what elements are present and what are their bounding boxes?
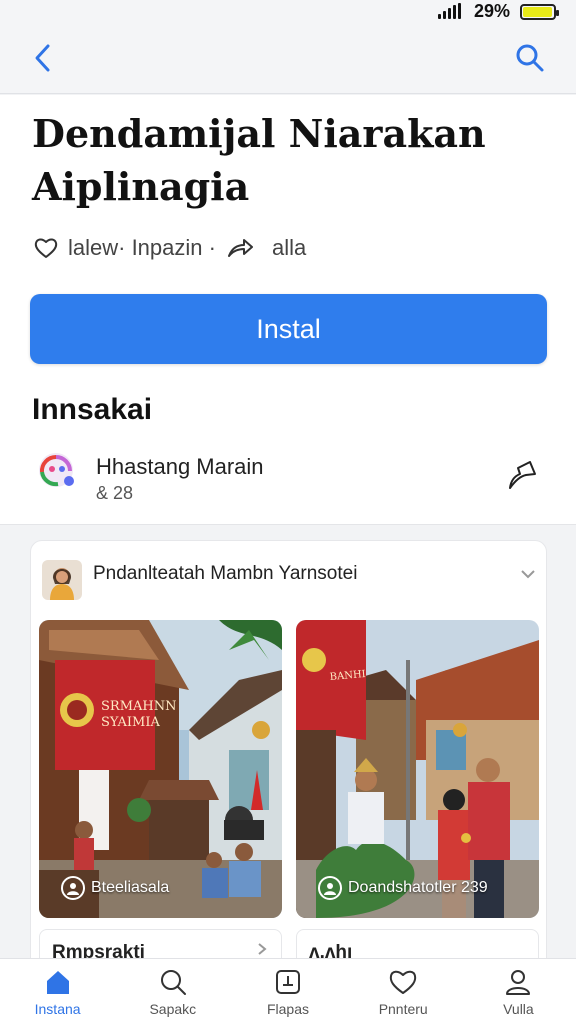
person-icon [318,876,342,900]
search-icon [160,970,186,995]
heart-icon [390,970,417,994]
tab-likes[interactable]: Pnnteru [346,959,461,1024]
tab-label: Vulla [503,1001,534,1017]
svg-text:SRMAHNN: SRMAHNN [101,699,176,714]
add-box-icon [276,970,300,994]
meta-text: lalew· Inpazin · [68,235,216,260]
post-photo[interactable]: SRMAHNN SYAIMIA Bteeliasala [39,620,282,918]
tab-add[interactable]: Flapas [230,959,345,1024]
share-icon[interactable] [506,458,538,492]
tab-home[interactable]: Instana [0,959,115,1024]
person-icon [61,876,85,900]
tab-label: Pnnteru [378,1001,428,1017]
post-card: Pndanlteatah Mambn Yarnsotei SRMAHNN SYA… [30,540,547,970]
search-icon[interactable] [512,40,548,76]
tab-search[interactable]: Sapakc [115,959,230,1024]
battery-icon [520,4,559,20]
install-button[interactable]: Instal [30,294,547,364]
home-icon [46,971,69,994]
avatar[interactable] [42,560,82,600]
photo-caption-text: Bteeliasala [91,879,170,896]
page-title: Dendamijal Niarakan Aiplinagia [32,111,486,209]
tab-bar: Instana Sapakc Flapas Pnnteru Vulla [0,958,576,1024]
nav-bar [0,24,576,94]
account-count: & 28 [96,483,134,503]
tab-label: Flapas [266,1001,310,1017]
back-chevron-icon[interactable] [28,40,58,76]
photo-caption: Doandshatotler 239 [318,876,488,900]
post-photo[interactable]: BANHI Doandshatotler 239 [296,620,539,918]
tab-label: Sapakc [149,1001,197,1017]
signal-icon [438,3,461,19]
chevron-right-icon [258,943,267,955]
heart-icon[interactable] [34,237,58,259]
post-author: Pndanlteatah Mambn Yarnsotei [93,563,358,584]
account-logo-icon [39,453,74,487]
tab-profile[interactable]: Vulla [461,959,576,1024]
meta-row: lalew· Inpazin · alla [34,235,306,261]
status-bar: 29% [0,0,576,24]
photo-caption: Bteeliasala [61,876,169,900]
photo-caption-text: Doandshatotler 239 [348,879,488,896]
battery-percent: 29% [474,1,511,21]
account-name: Hhastang Marain [96,454,264,479]
svg-text:SYAIMIA: SYAIMIA [101,715,160,730]
share-arrow-icon[interactable] [226,237,254,259]
chevron-down-icon[interactable] [519,565,537,583]
tab-label: Instana [34,1001,81,1017]
app-header: Dendamijal Niarakan Aiplinagia lalew· In… [0,95,576,432]
account-row[interactable]: Hhastang Marain & 28 [0,432,576,525]
profile-icon [506,970,531,995]
section-heading: Innsakai [32,393,153,426]
share-text: alla [271,235,307,260]
